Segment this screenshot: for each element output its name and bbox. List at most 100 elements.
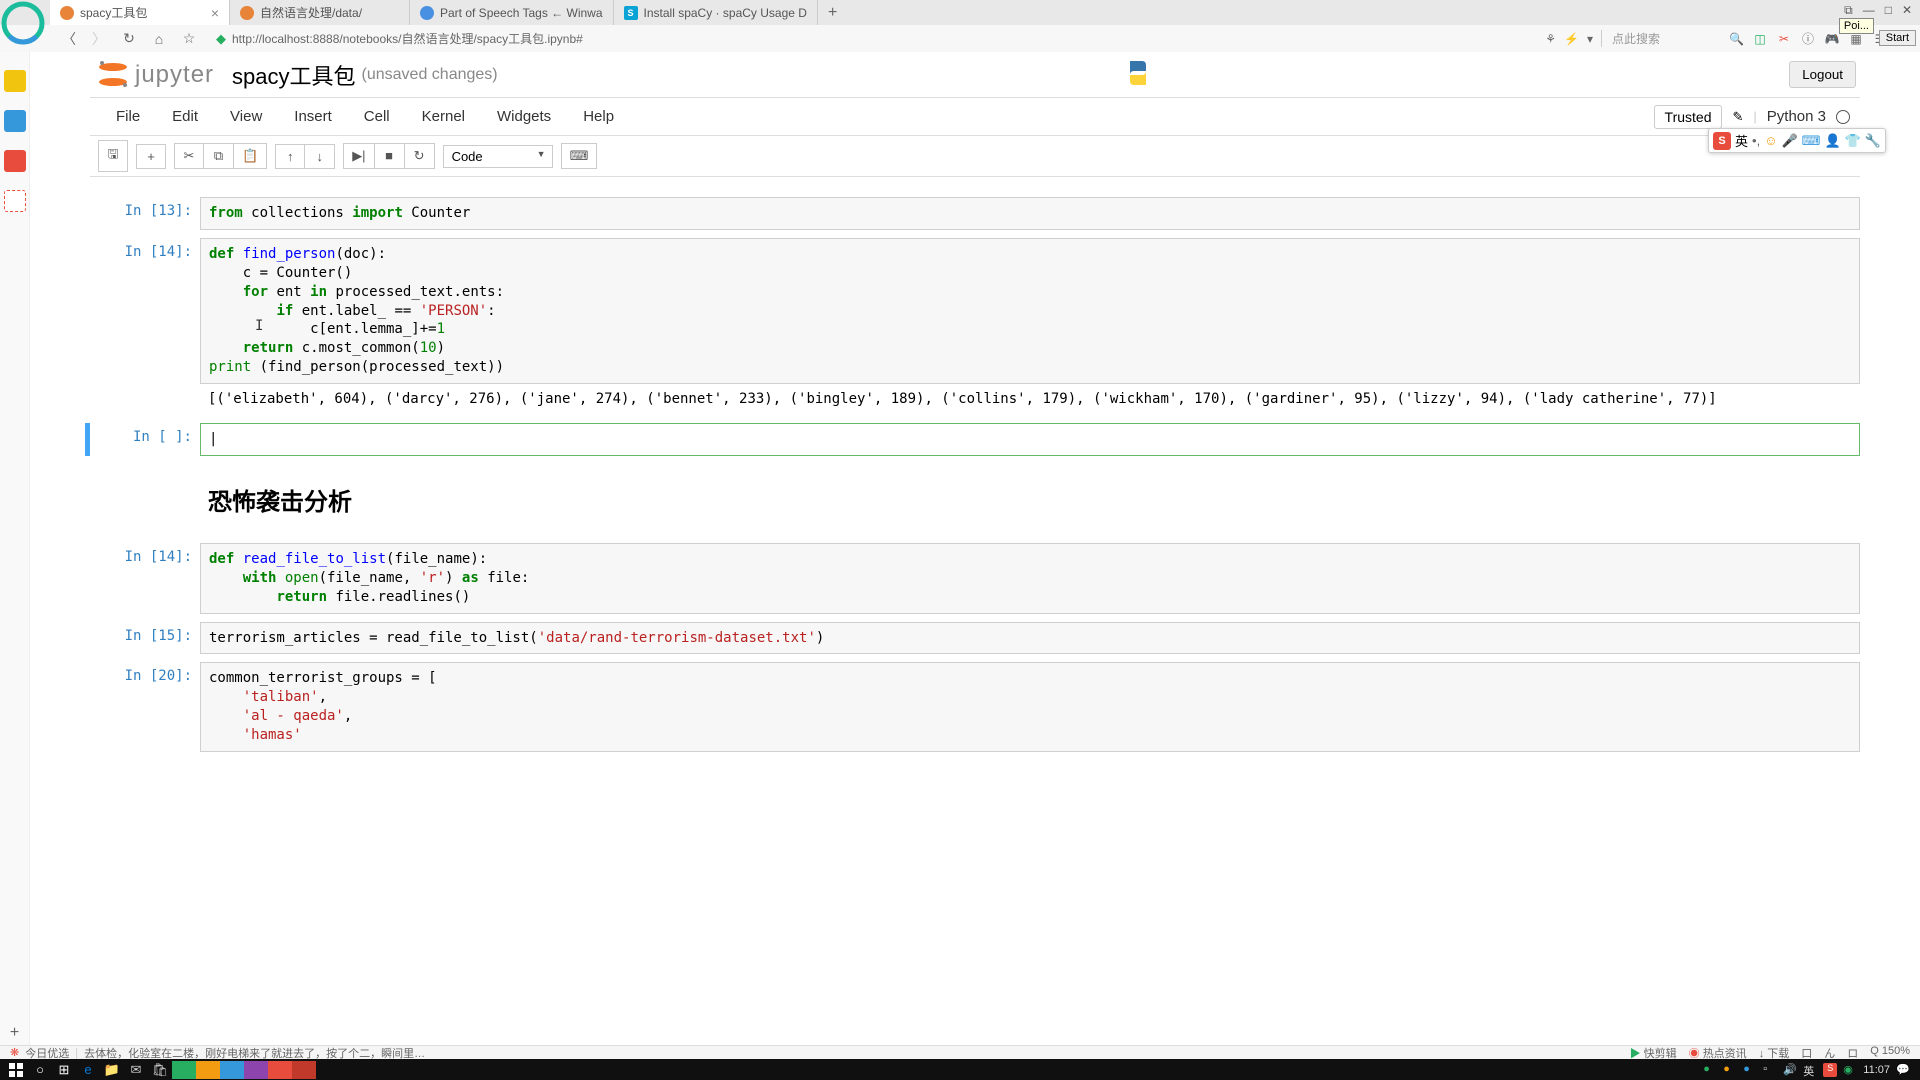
menu-insert[interactable]: Insert <box>278 104 348 129</box>
explorer-icon[interactable]: 📁 <box>100 1061 124 1079</box>
ime-user-icon[interactable]: 👤 <box>1824 133 1840 149</box>
extension-icon[interactable]: ◫ <box>1752 31 1768 47</box>
share-icon[interactable]: ⚘ <box>1545 32 1556 46</box>
browser-tab-1[interactable]: 自然语言处理/data/ <box>230 0 410 25</box>
menu-kernel[interactable]: Kernel <box>406 104 481 129</box>
kernel-name[interactable]: Python 3 <box>1767 108 1826 125</box>
move-up-button[interactable]: ↑ <box>275 144 305 169</box>
cortana-icon[interactable]: ○ <box>28 1061 52 1079</box>
code-cell[interactable]: In [20]: common_terrorist_groups = [ 'ta… <box>90 662 1860 752</box>
clock[interactable]: 11:07 <box>1863 1064 1890 1076</box>
app-icon[interactable] <box>244 1061 268 1079</box>
more-icon[interactable]: ⓘ <box>1800 31 1816 47</box>
celltype-select[interactable]: Code <box>443 145 553 168</box>
360-tray-icon[interactable]: ◉ <box>1843 1063 1857 1077</box>
restart-button[interactable]: ↻ <box>405 143 435 169</box>
taskview-icon[interactable]: ⊞ <box>52 1061 76 1079</box>
ime-lang[interactable]: 英 <box>1735 131 1748 150</box>
add-cell-button[interactable]: + <box>136 144 166 169</box>
360-icon[interactable] <box>172 1061 196 1079</box>
tray-icon[interactable]: ● <box>1723 1063 1737 1077</box>
code-cell[interactable]: In [14]: def read_file_to_list(file_name… <box>90 543 1860 614</box>
cut-button[interactable]: ✂ <box>174 143 204 169</box>
add-tab-button[interactable]: + <box>818 4 847 22</box>
address-text[interactable]: http://localhost:8888/notebooks/自然语言处理/s… <box>232 30 583 47</box>
menu-view[interactable]: View <box>214 104 278 129</box>
ime-emoji-icon[interactable]: ☺ <box>1764 133 1777 148</box>
ime-tool-icon[interactable]: 🔧 <box>1865 133 1881 149</box>
move-down-button[interactable]: ↓ <box>305 144 335 169</box>
mail-icon[interactable]: ✉ <box>124 1061 148 1079</box>
copy-button[interactable]: ⧉ <box>204 143 234 169</box>
star-icon[interactable]: ☆ <box>180 30 198 47</box>
dropdown-icon[interactable]: ▾ <box>1587 32 1593 46</box>
tray-icon[interactable]: ● <box>1703 1063 1717 1077</box>
menu-help[interactable]: Help <box>567 104 630 129</box>
ime-keyboard-icon[interactable]: ⌨ <box>1802 133 1821 149</box>
ime-punct-icon[interactable]: •, <box>1752 133 1760 148</box>
window-minimize-icon[interactable]: — <box>1863 3 1875 18</box>
code-cell[interactable]: In [13]: from collections import Counter <box>90 197 1860 230</box>
ime-mic-icon[interactable]: 🎤 <box>1781 133 1797 149</box>
menu-widgets[interactable]: Widgets <box>481 104 567 129</box>
game-icon[interactable]: 🎮 <box>1824 31 1840 47</box>
browser-tab-3[interactable]: S Install spaCy · spaCy Usage D <box>614 0 818 25</box>
markdown-cell[interactable]: 恐怖袭击分析 <box>90 476 1860 523</box>
window-restore-icon[interactable]: ⧉ <box>1844 3 1853 18</box>
volume-icon[interactable]: 🔊 <box>1783 1063 1797 1077</box>
flash-icon[interactable]: ⚡ <box>1564 32 1579 46</box>
app-icon[interactable] <box>196 1061 220 1079</box>
browser-tab-0[interactable]: spacy工具包 × <box>50 0 230 25</box>
notebook-title[interactable]: spacy工具包 <box>232 59 355 91</box>
app-icon[interactable] <box>268 1061 292 1079</box>
start-menu[interactable] <box>4 1061 28 1079</box>
search-input[interactable]: 点此搜索 <box>1601 30 1721 47</box>
window-maximize-icon[interactable]: □ <box>1885 3 1892 18</box>
app-icon[interactable] <box>220 1061 244 1079</box>
sidebar-docs-icon[interactable] <box>4 110 26 132</box>
window-close-icon[interactable]: ✕ <box>1902 3 1912 18</box>
jupyter-logo[interactable]: jupyter <box>96 57 214 92</box>
sidebar-fav-icon[interactable] <box>4 70 26 92</box>
command-palette-button[interactable]: ⌨ <box>561 143 598 169</box>
search-icon[interactable]: 🔍 <box>1729 32 1744 46</box>
code-input[interactable]: def find_person(doc): c = Counter() for … <box>200 238 1860 384</box>
code-cell[interactable]: In [14]: def find_person(doc): c = Count… <box>90 238 1860 415</box>
browser-tab-2[interactable]: Part of Speech Tags ← Winwa <box>410 0 614 25</box>
code-input[interactable]: terrorism_articles = read_file_to_list('… <box>200 622 1860 655</box>
logout-button[interactable]: Logout <box>1789 61 1856 88</box>
sidebar-add-icon[interactable]: + <box>10 1024 19 1042</box>
code-input[interactable]: common_terrorist_groups = [ 'taliban', '… <box>200 662 1860 752</box>
menu-cell[interactable]: Cell <box>348 104 406 129</box>
scissor-icon[interactable]: ✂ <box>1776 31 1792 47</box>
code-cell-selected[interactable]: In [ ]: | <box>85 423 1860 456</box>
menu-edit[interactable]: Edit <box>156 104 214 129</box>
ime-skin-icon[interactable]: 👕 <box>1845 133 1861 149</box>
sidebar-mail-icon[interactable] <box>4 190 26 212</box>
network-icon[interactable]: ▫ <box>1763 1063 1777 1077</box>
menu-file[interactable]: File <box>100 104 156 129</box>
run-button[interactable]: ▶| <box>343 143 374 169</box>
code-input[interactable]: | <box>200 423 1860 456</box>
code-input[interactable]: def read_file_to_list(file_name): with o… <box>200 543 1860 614</box>
tray-icon[interactable]: ● <box>1743 1063 1757 1077</box>
app-icon[interactable] <box>292 1061 316 1079</box>
start-button[interactable]: Start <box>1879 30 1916 46</box>
ime-tray-icon[interactable]: 英 <box>1803 1063 1817 1077</box>
save-button[interactable]: 🖫 <box>98 140 128 172</box>
code-input[interactable]: from collections import Counter <box>200 197 1860 230</box>
trusted-badge[interactable]: Trusted <box>1654 105 1723 129</box>
edge-icon[interactable]: e <box>76 1061 100 1079</box>
edit-icon[interactable]: ✎ <box>1732 109 1743 125</box>
notification-icon[interactable]: 💬 <box>1896 1063 1910 1077</box>
ime-toolbar[interactable]: S 英 •, ☺ 🎤 ⌨ 👤 👕 🔧 <box>1708 128 1886 153</box>
close-icon[interactable]: × <box>211 5 219 21</box>
stop-button[interactable]: ■ <box>375 143 405 169</box>
sogou-tray-icon[interactable]: S <box>1823 1063 1837 1077</box>
sidebar-weibo-icon[interactable] <box>4 150 26 172</box>
code-cell[interactable]: In [15]: terrorism_articles = read_file_… <box>90 622 1860 655</box>
paste-button[interactable]: 📋 <box>234 143 267 169</box>
home-icon[interactable]: ⌂ <box>150 31 168 47</box>
back-icon[interactable]: 〈 <box>60 29 78 49</box>
refresh-icon[interactable]: ↻ <box>120 30 138 47</box>
